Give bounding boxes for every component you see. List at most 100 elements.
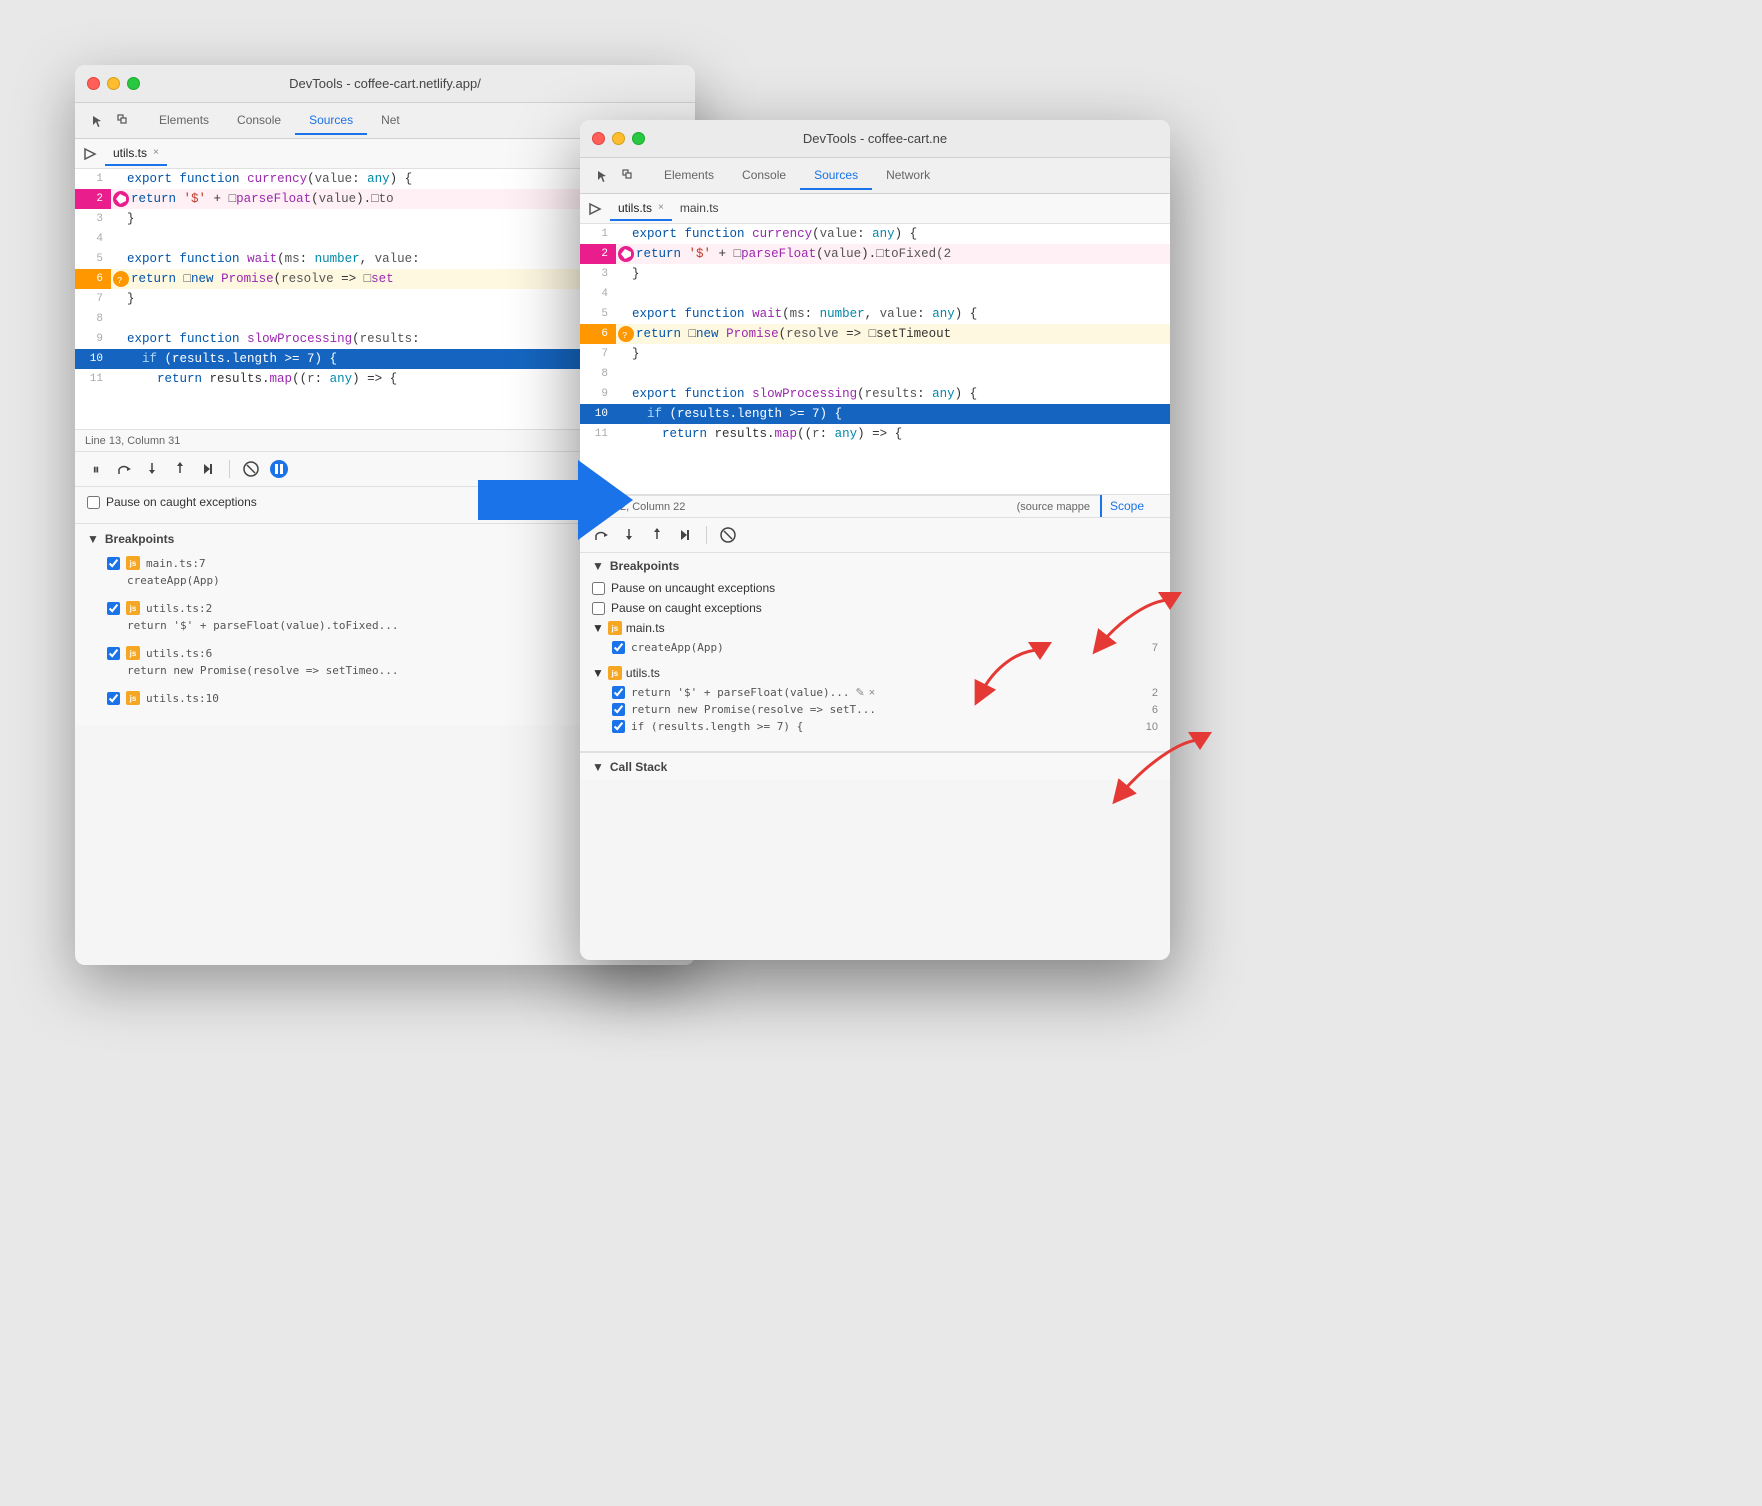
- utils-ts-icon-front: js: [608, 666, 622, 680]
- play-panel-icon: [83, 147, 97, 161]
- close-icon[interactable]: ×: [869, 687, 875, 699]
- main-ts-icon-back: js: [126, 556, 140, 570]
- devtools-toolbar-icons-front: [586, 167, 646, 185]
- front-code-line-6: 6 ? return □new Promise(resolve => □setT…: [580, 324, 1170, 344]
- file-tab-utils-back[interactable]: utils.ts ×: [105, 142, 167, 166]
- triangle-down-back: ▼: [87, 532, 99, 546]
- tab-sources-front[interactable]: Sources: [800, 162, 872, 190]
- continue-front[interactable]: [674, 524, 696, 546]
- file-tab-utils-front[interactable]: utils.ts ×: [610, 197, 672, 221]
- triangle-main-front: ▼: [592, 621, 604, 635]
- front-code-line-8: 8: [580, 364, 1170, 384]
- devtools-toolbar-icons-back: [81, 112, 141, 130]
- bp-item-actions: ✎ ×: [856, 686, 876, 699]
- front-code-line-3: 3 }: [580, 264, 1170, 284]
- svg-text:?: ?: [622, 331, 627, 339]
- file-tab-close-back[interactable]: ×: [153, 147, 159, 158]
- toolbar-separator-back: [229, 460, 230, 478]
- close-button-front[interactable]: [592, 132, 605, 145]
- triangle-call-stack: ▼: [592, 760, 604, 774]
- traffic-lights-back: [87, 77, 140, 90]
- pause-caught-checkbox-front[interactable]: [592, 602, 605, 615]
- tab-network-front[interactable]: Network: [872, 162, 944, 190]
- tab-network-back[interactable]: Net: [367, 107, 414, 135]
- call-stack-header-front: ▼ Call Stack: [580, 752, 1170, 780]
- breakpoint-2-back[interactable]: [113, 191, 129, 207]
- cursor-icon[interactable]: [89, 112, 107, 130]
- bp-check-utils6[interactable]: [107, 647, 120, 660]
- front-code-line-2: 2 return '$' + □parseFloat(value).□toFix…: [580, 244, 1170, 264]
- cursor-position-back: Line 13, Column 31: [85, 435, 180, 447]
- pencil-icon[interactable]: ✎: [856, 686, 865, 699]
- window-title-back: DevTools - coffee-cart.netlify.app/: [289, 76, 481, 91]
- pause-uncaught-checkbox-front[interactable]: [592, 582, 605, 595]
- minimize-button[interactable]: [107, 77, 120, 90]
- breakpoint-6-front[interactable]: ?: [618, 326, 634, 342]
- maximize-button[interactable]: [127, 77, 140, 90]
- front-code-line-9: 9 export function slowProcessing(results…: [580, 384, 1170, 404]
- code-editor-front[interactable]: 1 export function currency(value: any) {…: [580, 224, 1170, 494]
- front-code-line-11: 11 return results.map((r: any) => {: [580, 424, 1170, 444]
- async-pause-back[interactable]: [268, 458, 290, 480]
- tab-elements-back[interactable]: Elements: [145, 107, 223, 135]
- red-arrow-3: [1090, 730, 1220, 820]
- deactivate-front[interactable]: [717, 524, 739, 546]
- pause-caught-checkbox-back[interactable]: [87, 496, 100, 509]
- window-title-front: DevTools - coffee-cart.ne: [803, 131, 947, 146]
- pause-button-back[interactable]: ⏸: [85, 458, 107, 480]
- file-tab-close-utils-front[interactable]: ×: [658, 202, 664, 213]
- tab-sources-back[interactable]: Sources: [295, 107, 367, 135]
- utils-ts-icon-6-back: js: [126, 646, 140, 660]
- cursor-icon-front[interactable]: [594, 167, 612, 185]
- bp-check-main7-front[interactable]: [612, 641, 625, 654]
- front-code-line-1: 1 export function currency(value: any) {: [580, 224, 1170, 244]
- bp-check-utils2-front[interactable]: [612, 686, 625, 699]
- step-out-front[interactable]: [646, 524, 668, 546]
- bp-check-utils10[interactable]: [107, 692, 120, 705]
- bp-check-main7[interactable]: [107, 557, 120, 570]
- tab-console-front[interactable]: Console: [728, 162, 800, 190]
- status-scope-row: Line 12, Column 22 (source mappe Scope: [580, 494, 1170, 517]
- step-over-back[interactable]: [113, 458, 135, 480]
- bp-item-utils10-front: if (results.length >= 7) { 10: [592, 718, 1158, 735]
- breakpoints-header-front: ▼ Breakpoints: [592, 559, 1158, 573]
- maximize-button-front[interactable]: [632, 132, 645, 145]
- front-code-line-4: 4: [580, 284, 1170, 304]
- triangle-down-front: ▼: [592, 559, 604, 573]
- svg-text:?: ?: [117, 276, 122, 284]
- file-tab-main-front[interactable]: main.ts: [672, 197, 727, 221]
- big-arrow: [478, 455, 638, 550]
- bp-item-utils6-front: return new Promise(resolve => setT... 6: [592, 701, 1158, 718]
- bp-group-utils-front: ▼ js utils.ts return '$' + parseFloat(va…: [592, 666, 1158, 735]
- close-button[interactable]: [87, 77, 100, 90]
- deactivate-back[interactable]: [240, 458, 262, 480]
- titlebar-front: DevTools - coffee-cart.ne: [580, 120, 1170, 158]
- step-out-back[interactable]: [169, 458, 191, 480]
- layers-icon[interactable]: [115, 112, 133, 130]
- titlebar-back: DevTools - coffee-cart.netlify.app/: [75, 65, 695, 103]
- status-bar-front: Line 12, Column 22 (source mappe: [580, 495, 1100, 517]
- red-arrow-1: [1070, 590, 1190, 670]
- utils-ts-icon-back: js: [126, 601, 140, 615]
- devtools-tabs-front: Elements Console Sources Network: [580, 158, 1170, 194]
- utils-ts-icon-10-back: js: [126, 691, 140, 705]
- layers-icon-front[interactable]: [620, 167, 638, 185]
- play-panel-icon-front: [588, 202, 602, 216]
- minimize-button-front[interactable]: [612, 132, 625, 145]
- bp-check-utils2[interactable]: [107, 602, 120, 615]
- bp-check-utils10-front[interactable]: [612, 720, 625, 733]
- continue-back[interactable]: [197, 458, 219, 480]
- bp-check-utils6-front[interactable]: [612, 703, 625, 716]
- scope-panel-label[interactable]: Scope: [1100, 495, 1170, 517]
- breakpoint-6-back[interactable]: ?: [113, 271, 129, 287]
- breakpoint-2-front[interactable]: [618, 246, 634, 262]
- file-tabs-front: utils.ts × main.ts: [580, 194, 1170, 224]
- tab-elements-front[interactable]: Elements: [650, 162, 728, 190]
- tab-console-back[interactable]: Console: [223, 107, 295, 135]
- step-into-back[interactable]: [141, 458, 163, 480]
- toolbar-separator-front: [706, 526, 707, 544]
- front-code-line-10: 10 if (results.length >= 7) {: [580, 404, 1170, 424]
- red-arrow-2: [950, 640, 1070, 720]
- devtools-window-front: DevTools - coffee-cart.ne Elements Conso…: [580, 120, 1170, 960]
- triangle-utils-front: ▼: [592, 666, 604, 680]
